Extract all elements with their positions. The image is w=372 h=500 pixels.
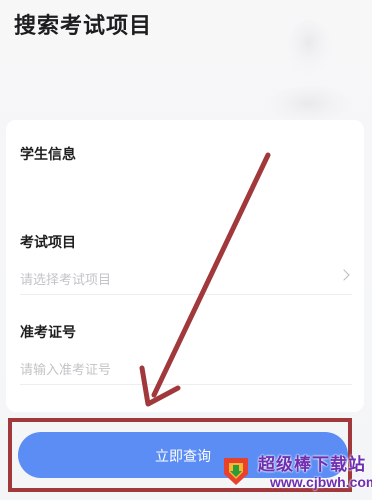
query-form-card: 学生信息 考试项目 请选择考试项目 准考证号 请输入准考证号 [6,120,364,412]
admission-ticket-input[interactable]: 请输入准考证号 [20,350,352,385]
page-title: 搜索考试项目 [14,13,153,38]
watermark-url: www.cjbwh.com [270,474,372,490]
watermark-title: 超级棒下载站 [258,455,366,474]
exam-item-label: 考试项目 [20,234,76,250]
admission-ticket-placeholder: 请输入准考证号 [20,362,112,377]
site-watermark: 超级棒下载站 www.cjbwh.com [218,446,372,498]
student-info-heading: 学生信息 [20,146,76,162]
exam-item-select[interactable]: 请选择考试项目 [20,260,352,295]
admission-ticket-label: 准考证号 [20,324,76,340]
exam-item-placeholder: 请选择考试项目 [20,272,112,287]
chevron-right-icon [338,269,350,281]
person-silhouette-image [265,20,353,123]
download-site-logo-icon [224,458,248,485]
